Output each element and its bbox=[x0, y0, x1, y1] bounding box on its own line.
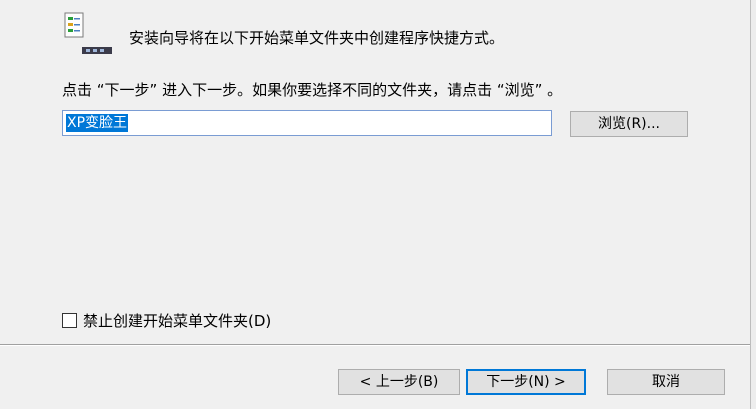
window-right-edge bbox=[750, 0, 756, 409]
cancel-button[interactable]: 取消 bbox=[607, 369, 725, 395]
no-folder-option[interactable]: 禁止创建开始菜单文件夹(D) bbox=[62, 310, 271, 330]
instruction-text: 点击 “下一步” 进入下一步。如果你要选择不同的文件夹，请点击 “浏览” 。 bbox=[62, 81, 563, 99]
start-menu-folder-input[interactable]: XP变脸王 bbox=[62, 110, 552, 136]
next-button[interactable]: 下一步(N) > bbox=[466, 369, 586, 395]
folder-input-value: XP变脸王 bbox=[66, 114, 129, 132]
browse-button[interactable]: 浏览(R)... bbox=[570, 111, 688, 137]
no-folder-checkbox-label[interactable]: 禁止创建开始菜单文件夹(D) bbox=[83, 310, 271, 331]
no-folder-checkbox[interactable] bbox=[62, 312, 77, 328]
back-button[interactable]: < 上一步(B) bbox=[338, 369, 460, 395]
wizard-content: 安装向导将在以下开始菜单文件夹中创建程序快捷方式。 点击 “下一步” 进入下一步… bbox=[0, 0, 750, 344]
start-menu-shortcut-icon bbox=[62, 12, 114, 54]
wizard-heading: 安装向导将在以下开始菜单文件夹中创建程序快捷方式。 bbox=[129, 29, 505, 47]
footer-divider bbox=[0, 344, 750, 346]
